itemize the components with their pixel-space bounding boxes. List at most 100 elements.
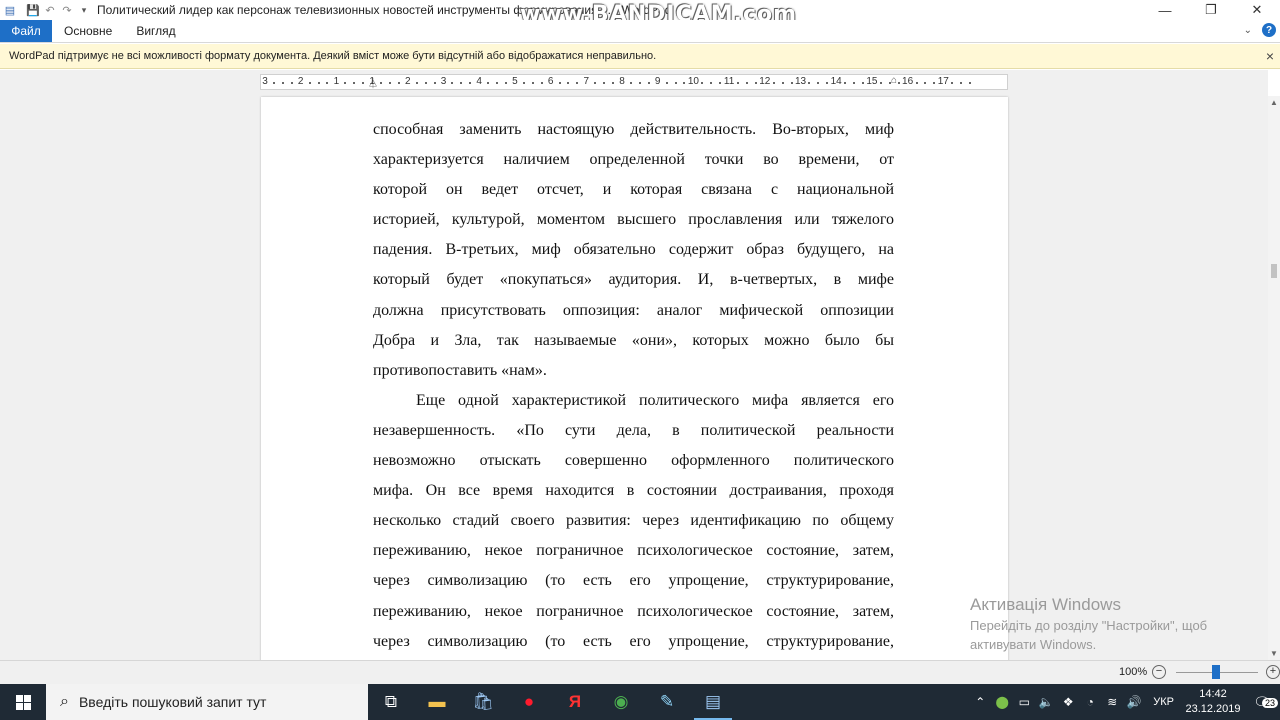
taskbar-search[interactable]: ⌕ Введіть пошуковий запит тут xyxy=(46,684,368,720)
ruler-tick xyxy=(558,82,561,84)
text-line: через символизацию (то есть его упрощени… xyxy=(373,632,894,650)
zoom-slider-thumb[interactable] xyxy=(1212,665,1220,679)
volume-icon[interactable]: 🔈 xyxy=(1035,695,1057,709)
wordpad-taskbar-icon[interactable]: ▤ xyxy=(690,684,736,720)
paint-icon[interactable]: ✎ xyxy=(644,684,690,720)
dropbox-icon[interactable]: ❖ xyxy=(1057,695,1079,709)
document-page[interactable]: способная заменить настоящую действитель… xyxy=(261,97,1008,660)
ruler-tick-label: 6 xyxy=(547,76,554,87)
text-line: историей, культурой, моментом высшего пр… xyxy=(373,211,894,229)
ruler-tick xyxy=(629,82,632,84)
ruler-tick xyxy=(451,82,454,84)
close-button[interactable]: ✕ xyxy=(1234,0,1280,20)
text-line: падения. В-третьих, миф обязательно соде… xyxy=(373,241,894,259)
zoom-level[interactable]: 100% xyxy=(1119,666,1147,678)
input-language[interactable]: УКР xyxy=(1153,696,1174,708)
ruler-tick xyxy=(665,82,668,84)
document-workspace: ⏃ ⌂ 3 2 1 1 2 3 4 5 6 7 8 9 10 11 12 13 14 15 16 17 способн… xyxy=(0,70,1268,660)
paragraph: Еще одной характеристикой политического … xyxy=(373,386,894,657)
network-icon[interactable]: ◔ xyxy=(1079,695,1101,709)
tab-home[interactable]: Основне xyxy=(52,20,124,42)
store-icon[interactable]: 🛍 xyxy=(460,684,506,720)
text-line: Еще одной характеристикой политического … xyxy=(416,391,894,409)
opera-icon[interactable]: ● xyxy=(506,684,552,720)
ruler-tick xyxy=(719,82,722,84)
ruler-tick-label: 9 xyxy=(654,76,661,87)
app-tray-icon[interactable]: ⬤ xyxy=(991,695,1013,709)
show-hidden-icons-icon[interactable]: ⌃ xyxy=(969,695,991,709)
ruler-tick xyxy=(380,82,383,84)
ruler-tick xyxy=(701,82,704,84)
tab-view[interactable]: Вигляд xyxy=(124,20,187,42)
system-tray: ⌃ ⬤ ▭ 🔈 ❖ ◔ ≋ 🔊 УКР 14:42 23.12.2019 🗨 2… xyxy=(969,684,1280,720)
tab-file[interactable]: Файл xyxy=(0,20,52,42)
ruler-tick-label: 5 xyxy=(512,76,518,87)
windows-logo-icon xyxy=(15,694,31,710)
ruler-tick xyxy=(817,82,820,84)
yandex-browser-icon[interactable]: Я xyxy=(552,684,598,720)
ruler-tick xyxy=(772,82,775,84)
ruler-tick xyxy=(388,82,391,84)
redo-icon[interactable]: ↷ xyxy=(60,3,74,17)
text-line: переживанию, некое пограничное психологи… xyxy=(373,602,894,620)
vertical-scrollbar[interactable]: ▲ ▼ xyxy=(1268,96,1280,660)
clock[interactable]: 14:42 23.12.2019 xyxy=(1182,687,1244,717)
text-line: которой он ведет отсчет, и которая связа… xyxy=(373,181,894,199)
speaker-icon[interactable]: 🔊 xyxy=(1123,695,1145,709)
ruler-tick xyxy=(460,82,463,84)
scroll-down-icon[interactable]: ▼ xyxy=(1270,649,1278,658)
maximize-button[interactable]: ❐ xyxy=(1188,0,1234,20)
taskbar: ⌕ Введіть пошуковий запит тут ⧉ ▬ 🛍 ● Я … xyxy=(0,684,1280,720)
wifi-icon[interactable]: ≋ xyxy=(1101,695,1123,709)
ruler-tick xyxy=(754,82,757,84)
zoom-out-button[interactable]: − xyxy=(1152,665,1166,679)
format-warning-text: WordPad підтримує не всі можливості форм… xyxy=(9,50,657,62)
ruler-tick xyxy=(469,82,472,84)
ruler-tick xyxy=(522,82,525,84)
minimize-button[interactable]: — xyxy=(1142,0,1188,20)
ruler-tick-label: 16 xyxy=(902,76,914,87)
customize-qat-icon[interactable]: ▾ xyxy=(77,3,91,17)
action-center-icon[interactable]: 🗨 23 xyxy=(1244,694,1280,711)
text-line: Добра и Зла, так называемые «они», котор… xyxy=(373,331,894,349)
ruler-tick-label: 10 xyxy=(687,76,699,87)
file-explorer-icon[interactable]: ▬ xyxy=(414,684,460,720)
scroll-up-icon[interactable]: ▲ xyxy=(1270,98,1278,107)
ruler-tick-label: 12 xyxy=(759,76,771,87)
scrollbar-thumb[interactable] xyxy=(1271,264,1277,278)
ruler[interactable]: ⏃ ⌂ 3 2 1 1 2 3 4 5 6 7 8 9 10 11 12 13 14 15 16 17 xyxy=(260,74,1008,90)
ruler-tick xyxy=(745,82,748,84)
ruler-tick xyxy=(603,82,606,84)
expand-ribbon-icon[interactable]: ⌄ xyxy=(1244,25,1252,36)
document-text[interactable]: способная заменить настоящую действитель… xyxy=(373,115,894,657)
help-icon[interactable]: ? xyxy=(1262,23,1276,37)
chrome-icon[interactable]: ◉ xyxy=(598,684,644,720)
text-line: через символизацию (то есть его упрощени… xyxy=(373,572,894,590)
ruler-tick-label: 2 xyxy=(297,76,304,87)
ruler-tick xyxy=(397,82,400,84)
ruler-tick xyxy=(808,82,811,84)
ruler-tick xyxy=(674,82,677,84)
ruler-tick xyxy=(933,82,936,84)
zoom-in-button[interactable]: + xyxy=(1266,665,1280,679)
ruler-tick xyxy=(308,82,311,84)
ruler-tick xyxy=(924,82,927,84)
wordpad-app-icon[interactable]: ▤ xyxy=(3,3,17,17)
search-placeholder: Введіть пошуковий запит тут xyxy=(78,694,267,710)
ruler-tick xyxy=(879,82,882,84)
ruler-tick xyxy=(504,82,507,84)
task-view-icon[interactable]: ⧉ xyxy=(368,684,414,720)
close-icon[interactable]: × xyxy=(1266,48,1274,64)
text-line: несколько стадий своего развития: через … xyxy=(373,512,894,530)
right-indent-marker[interactable]: ⌂ xyxy=(891,75,897,86)
clock-date: 23.12.2019 xyxy=(1185,703,1241,715)
ruler-tick-label: 17 xyxy=(937,76,949,87)
text-line: который будет «покупаться» аудитория. И,… xyxy=(373,271,894,289)
battery-icon[interactable]: ▭ xyxy=(1013,695,1035,709)
start-button[interactable] xyxy=(0,684,46,720)
text-line: мифа. Он все время находится в состоянии… xyxy=(373,482,894,500)
ruler-tick xyxy=(790,82,793,84)
save-icon[interactable]: 💾 xyxy=(26,3,40,17)
undo-icon[interactable]: ↶ xyxy=(43,3,57,17)
ruler-tick xyxy=(326,82,329,84)
